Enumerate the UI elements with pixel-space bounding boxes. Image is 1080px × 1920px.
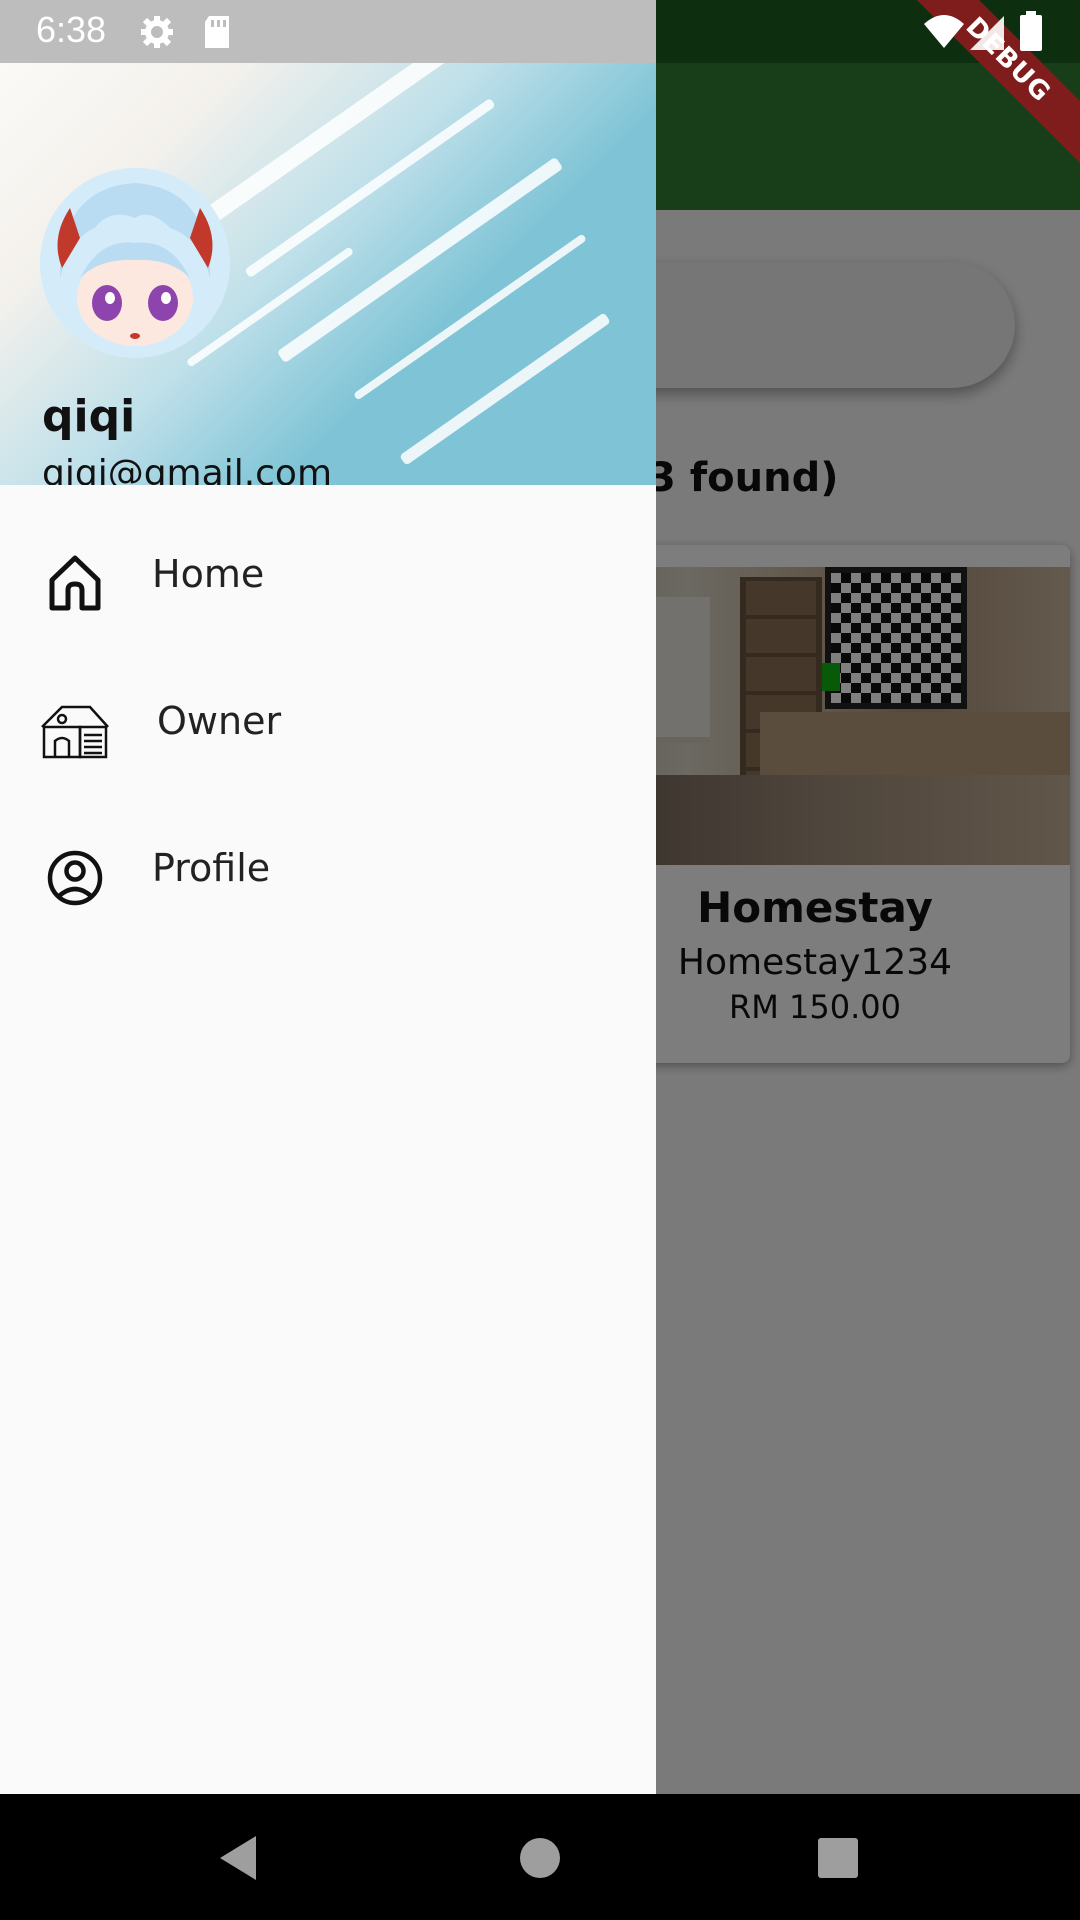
drawer-item-owner[interactable]: Owner xyxy=(0,667,656,787)
drawer-item-home[interactable]: Home xyxy=(0,520,656,640)
navigation-drawer: qiqi qiqi@gmail.com Home Owner Profile xyxy=(0,0,656,1794)
home-circle-icon[interactable] xyxy=(512,1830,568,1886)
battery-icon xyxy=(1020,11,1042,51)
status-time: 6:38 xyxy=(36,9,107,50)
avatar-illustration xyxy=(40,168,230,358)
home-icon xyxy=(49,555,101,611)
user-name: qiqi xyxy=(42,391,136,442)
drawer-item-profile[interactable]: Profile xyxy=(0,814,656,934)
sd-card-icon xyxy=(205,16,229,48)
drawer-item-label: Home xyxy=(152,552,265,596)
wifi-icon xyxy=(924,15,964,48)
recents-icon[interactable] xyxy=(810,1830,866,1886)
back-icon[interactable] xyxy=(212,1830,268,1886)
user-email: qiqi@gmail.com xyxy=(42,453,333,485)
system-nav-bar xyxy=(0,1794,1080,1920)
drawer-item-label: Profile xyxy=(152,846,271,890)
gear-icon xyxy=(141,16,173,48)
drawer-header: qiqi qiqi@gmail.com xyxy=(0,63,656,485)
user-avatar[interactable] xyxy=(40,168,230,358)
status-bar: 6:38 xyxy=(0,0,656,63)
drawer-item-label: Owner xyxy=(157,699,282,743)
account-circle-icon xyxy=(47,850,103,906)
signal-icon xyxy=(970,16,1004,50)
house-building-icon xyxy=(41,705,109,759)
